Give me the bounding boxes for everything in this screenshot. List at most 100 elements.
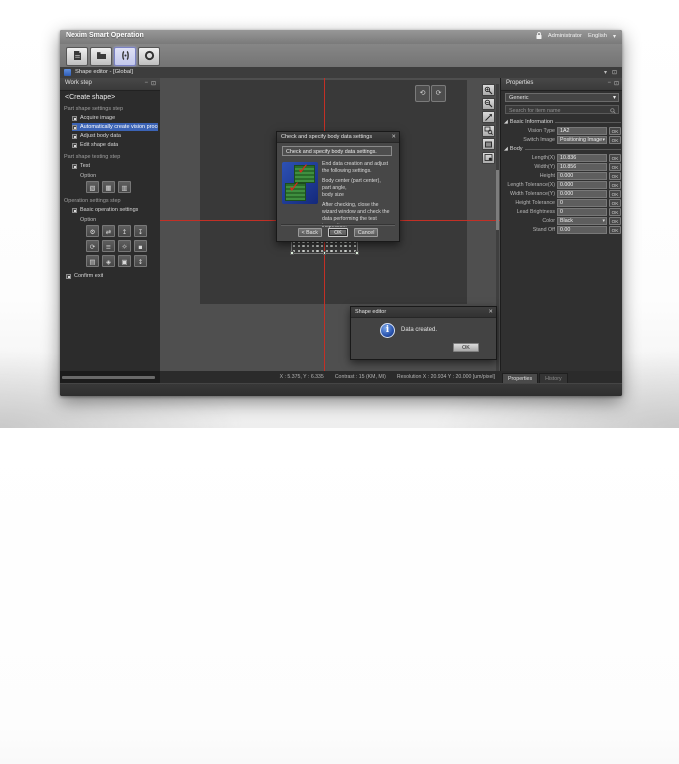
checkbox-icon[interactable] [72,208,77,213]
dialog-title-bar[interactable]: Shape editor ✕ [351,307,496,318]
transfer-icon[interactable]: ⇄ [102,225,115,237]
property-section-header[interactable]: ◢Basic Information [504,118,621,126]
grid-view-icon[interactable]: ▤ [86,255,99,267]
selection-handle[interactable] [323,251,327,255]
selection-handle[interactable] [355,251,359,255]
rotate-cw-icon[interactable]: ⟳ [431,85,446,102]
lighting-icon[interactable]: ☼ [118,240,131,252]
settings-gear-icon[interactable]: ⚙ [86,225,99,237]
checkbox-icon[interactable] [72,134,77,139]
rotate-icon[interactable]: ⟳ [86,240,99,252]
document-icon [72,48,83,66]
workstep-item[interactable]: Automatically create vision processing d… [72,123,158,131]
measure-icon[interactable] [482,111,495,123]
apply-button[interactable]: OK [609,154,621,162]
property-value-input[interactable]: Positioning Image▾ [557,136,607,144]
caret-down-icon[interactable]: ▾ [604,69,607,76]
workstep-item[interactable]: Edit shape data [72,141,160,149]
back-button[interactable]: < Back [298,228,322,237]
property-value-input[interactable]: 0 [557,208,607,216]
close-icon[interactable]: ✕ [391,134,396,140]
preset-dropdown[interactable]: Generic ▾ [505,93,619,102]
workstep-item[interactable]: Acquire image [72,114,160,122]
user-name[interactable]: Administrator [548,33,582,39]
checkbox-icon[interactable] [72,143,77,148]
workstep-item[interactable]: Basic operation settings [72,206,160,214]
workstep-item-label: Test [80,163,90,169]
zoom-area-icon[interactable] [482,125,495,137]
property-value-input[interactable]: 0.000 [557,190,607,198]
image-canvas[interactable]: ⟲ ⟳ Check and specify body data settings… [160,78,500,371]
zoom-out-icon[interactable] [482,98,495,110]
workstep-item[interactable]: Adjust body data [72,132,160,140]
minimize-panel-icon[interactable]: − [607,80,611,87]
open-library-button[interactable] [90,47,112,66]
ok-button[interactable]: OK [328,228,348,237]
test-image-icon[interactable]: ▥ [118,181,131,193]
place-icon[interactable]: ↧ [134,225,147,237]
close-panel-icon[interactable]: ⊡ [151,80,156,87]
close-icon[interactable]: ✕ [488,309,493,315]
tab-shape-editor[interactable]: Shape editor - [Global] [75,69,133,75]
apply-button[interactable]: OK [609,136,621,144]
dialog-title-bar[interactable]: Check and specify body data settings ✕ [277,132,399,143]
test-grid-icon[interactable]: ▦ [102,181,115,193]
capture-settings-icon[interactable] [482,152,495,164]
frame-icon[interactable]: ▣ [118,255,131,267]
zoom-in-icon[interactable] [482,84,495,96]
apply-button[interactable]: OK [609,127,621,135]
new-data-button[interactable] [66,47,88,66]
speaker-icon[interactable]: ◈ [102,255,115,267]
image-view-icon[interactable] [482,138,495,150]
checkbox-icon[interactable] [72,125,77,130]
sidebar-scrollbar-thumb[interactable] [62,376,155,379]
shape-editor-button[interactable] [114,47,136,66]
property-value-input[interactable]: 10.856 [557,163,607,171]
apply-button[interactable]: OK [609,190,621,198]
operation-settings-button[interactable] [138,47,160,66]
move-icon[interactable]: ↕ [134,255,147,267]
search-input[interactable] [507,106,611,115]
pin-panel-icon[interactable]: ⊡ [614,80,619,87]
property-value-input[interactable]: 1A2 [557,127,607,135]
workstep-item[interactable]: Test [72,162,160,170]
pin-panel-icon[interactable]: ⊡ [612,69,617,76]
selection-handle[interactable] [290,251,294,255]
property-value-input[interactable]: 0.000 [557,181,607,189]
property-section-header[interactable]: ◢Body [504,145,621,153]
bottom-tab-properties[interactable]: Properties [502,373,538,383]
vertical-scrollbar-thumb[interactable] [496,170,499,230]
property-value-input[interactable]: Black▾ [557,217,607,225]
property-value-input[interactable]: 0 [557,199,607,207]
title-bar[interactable]: Nexim Smart Operation Administrator Engl… [60,30,622,44]
apply-button[interactable]: OK [609,208,621,216]
checkbox-icon[interactable] [66,274,71,279]
apply-button[interactable]: OK [609,181,621,189]
apply-button[interactable]: OK [609,163,621,171]
apply-button[interactable]: OK [609,217,621,225]
rotate-ccw-icon[interactable]: ⟲ [415,85,430,102]
minimize-panel-icon[interactable]: − [144,80,148,87]
apply-button[interactable]: OK [609,172,621,180]
caret-down-icon[interactable]: ▾ [602,218,605,225]
apply-button[interactable]: OK [609,226,621,234]
ok-button[interactable]: OK [453,343,479,352]
section-expand-icon[interactable]: ◢ [504,146,508,152]
caret-down-icon[interactable]: ▾ [613,33,616,40]
language-selector[interactable]: English [588,33,607,39]
cancel-button[interactable]: Cancel [354,228,379,237]
test-run-icon[interactable]: ▧ [86,181,99,193]
property-value-input[interactable]: 0.000 [557,172,607,180]
property-value-input[interactable]: 10.836 [557,154,607,162]
checkbox-icon[interactable] [72,164,77,169]
pickup-icon[interactable]: ↥ [118,225,131,237]
marker-icon[interactable]: ▪ [134,240,147,252]
workstep-item-confirm-exit[interactable]: Confirm exit [66,273,160,279]
bottom-tab-history[interactable]: History [539,373,567,383]
checkbox-icon[interactable] [72,116,77,121]
section-expand-icon[interactable]: ◢ [504,119,508,125]
align-icon[interactable]: ≡ [102,240,115,252]
property-value-input[interactable]: 0.00 [557,226,607,234]
caret-down-icon[interactable]: ▾ [602,137,605,144]
apply-button[interactable]: OK [609,199,621,207]
